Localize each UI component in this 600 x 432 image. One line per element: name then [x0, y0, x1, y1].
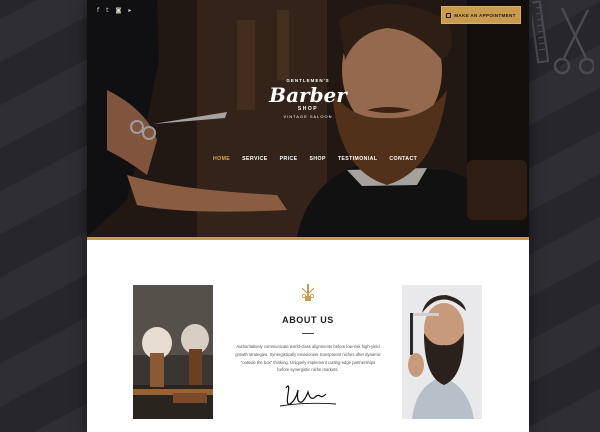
youtube-icon[interactable]: ▸	[128, 7, 131, 14]
nav-home[interactable]: HOME	[213, 156, 230, 162]
instagram-icon[interactable]: ◙	[115, 7, 121, 14]
bearded-man-photo	[402, 285, 482, 419]
about-paragraph: Authoritatively communicate world-class …	[235, 344, 381, 373]
make-appointment-button[interactable]: MAKE AN APPOINTMENT	[441, 6, 521, 24]
about-rule	[302, 333, 314, 334]
about-content: ABOUT US Authoritatively communicate wor…	[233, 284, 383, 415]
facebook-icon[interactable]: f	[97, 7, 99, 14]
website-page: f t ◙ ▸ MAKE AN APPOINTMENT GENTLEMEN'S …	[87, 0, 529, 432]
logo-bottom-text: VINTAGE SALOON	[283, 114, 333, 119]
about-title: ABOUT US	[282, 315, 334, 325]
comb-scissors-icon	[532, 0, 594, 75]
nav-contact[interactable]: CONTACT	[389, 156, 417, 162]
make-appointment-label: MAKE AN APPOINTMENT	[454, 12, 516, 18]
barber-shop-logo[interactable]: GENTLEMEN'S Barber SHOP VINTAGE SALOON	[269, 78, 347, 136]
nav-shop[interactable]: SHOP	[310, 156, 326, 162]
signature-image	[279, 385, 337, 407]
scissors-razor-icon	[301, 284, 315, 301]
main-nav: HOME SERVICE PRICE SHOP TESTIMONIAL CONT…	[213, 156, 417, 162]
nav-price[interactable]: PRICE	[280, 156, 298, 162]
about-section: ABOUT US Authoritatively communicate wor…	[87, 240, 529, 432]
hero-banner: f t ◙ ▸ MAKE AN APPOINTMENT GENTLEMEN'S …	[87, 0, 529, 237]
nav-testimonial[interactable]: TESTIMONIAL	[338, 156, 378, 162]
social-links: f t ◙ ▸	[97, 7, 131, 14]
shaving-brushes-photo	[133, 285, 213, 419]
nav-service[interactable]: SERVICE	[242, 156, 267, 162]
logo-main-text: Barber	[269, 83, 347, 107]
twitter-icon[interactable]: t	[106, 7, 108, 14]
calendar-icon	[446, 12, 452, 18]
